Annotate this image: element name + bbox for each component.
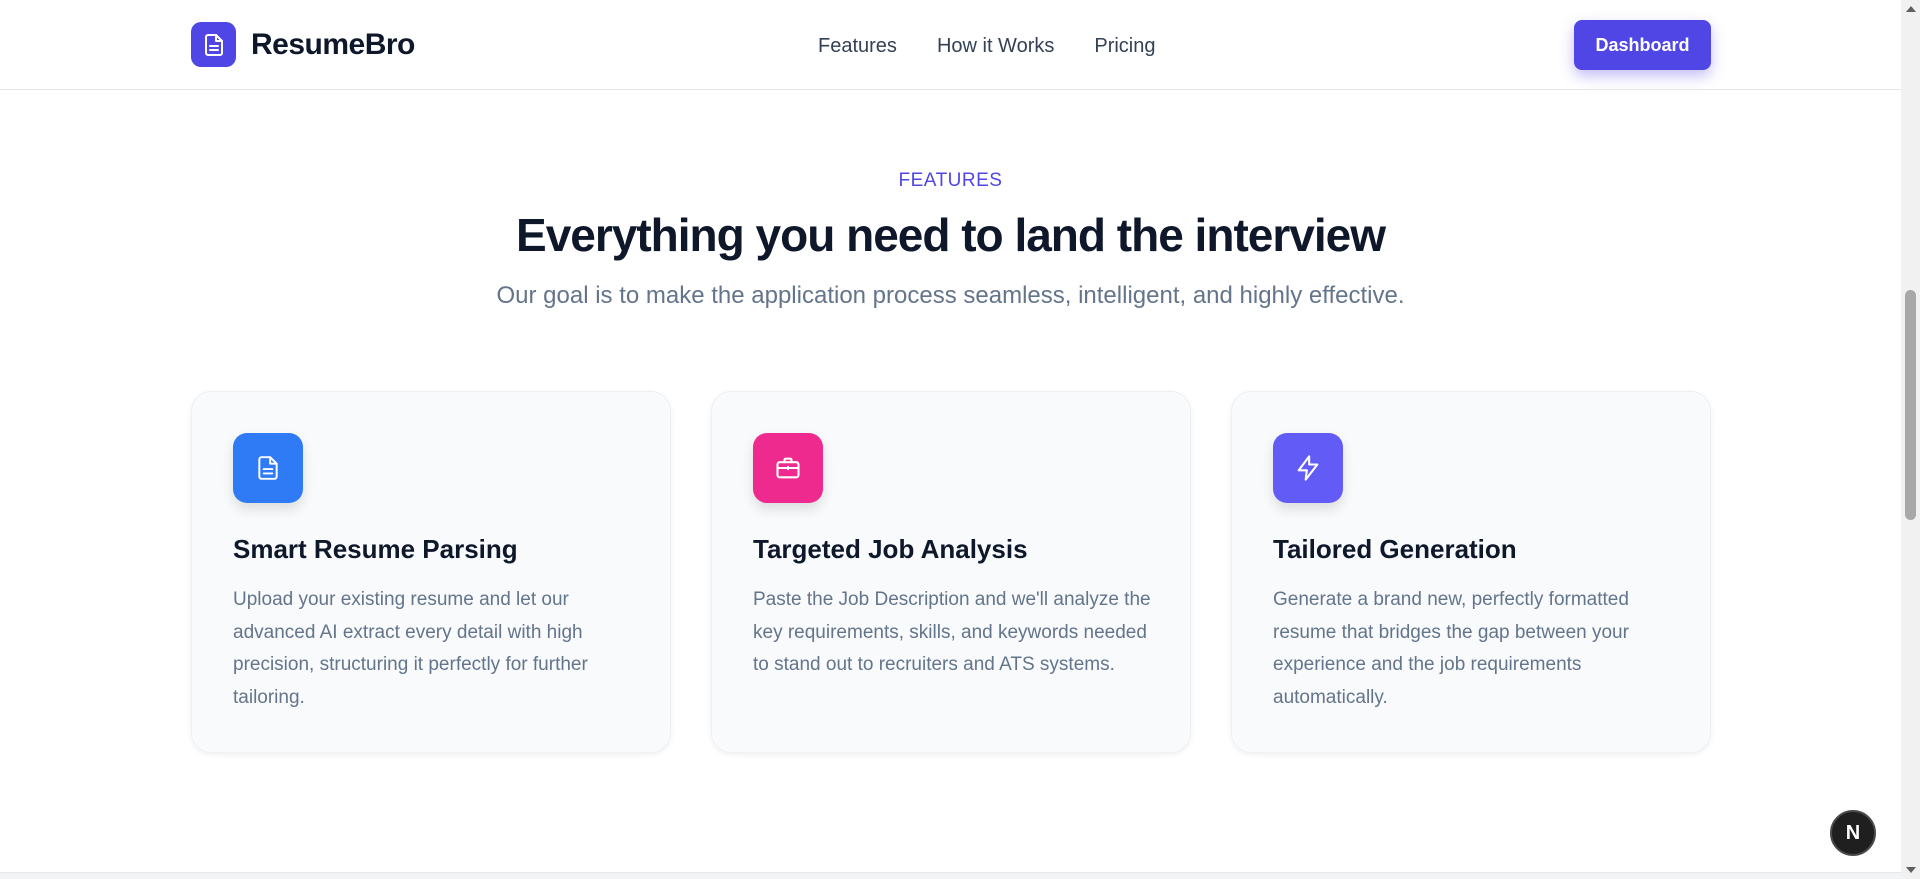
section-subtitle: Our goal is to make the application proc… <box>496 282 1405 309</box>
feature-card-resume-parsing: Smart Resume Parsing Upload your existin… <box>191 391 671 753</box>
page: ResumeBro Features How it Works Pricing … <box>0 0 1901 879</box>
briefcase-icon <box>753 433 823 503</box>
feature-card-title: Tailored Generation <box>1273 534 1517 564</box>
section-title: Everything you need to land the intervie… <box>516 209 1386 261</box>
feature-card-body: Upload your existing resume and let our … <box>233 589 588 708</box>
feature-card-body: Generate a brand new, perfectly formatte… <box>1273 589 1629 708</box>
dev-tools-badge[interactable]: N <box>1830 810 1876 856</box>
feature-card-tailored-generation: Tailored Generation Generate a brand new… <box>1231 391 1711 753</box>
lightning-icon <box>1273 433 1343 503</box>
nav-link-how-it-works[interactable]: How it Works <box>937 33 1054 59</box>
logo-icon[interactable] <box>191 22 236 67</box>
feature-card-job-analysis: Targeted Job Analysis Paste the Job Desc… <box>711 391 1191 753</box>
scrollbar-thumb[interactable] <box>1905 290 1916 520</box>
feature-card-body: Paste the Job Description and we'll anal… <box>753 589 1151 675</box>
nav-link-features[interactable]: Features <box>818 33 897 59</box>
nav-link-pricing[interactable]: Pricing <box>1094 33 1155 59</box>
main-nav: Features How it Works Pricing <box>818 33 1156 59</box>
dashboard-button[interactable]: Dashboard <box>1574 20 1711 70</box>
scroll-up-arrow-icon[interactable] <box>1906 6 1916 12</box>
scroll-down-arrow-icon[interactable] <box>1906 867 1916 873</box>
top-navbar: ResumeBro Features How it Works Pricing … <box>0 0 1901 90</box>
feature-card-title: Smart Resume Parsing <box>233 534 518 564</box>
brand-name[interactable]: ResumeBro <box>251 25 415 65</box>
feature-card-title: Targeted Job Analysis <box>753 534 1028 564</box>
file-text-icon <box>233 433 303 503</box>
section-eyebrow: FEATURES <box>898 170 1003 191</box>
vertical-scrollbar[interactable] <box>1901 0 1920 879</box>
next-section-edge <box>0 872 1901 879</box>
